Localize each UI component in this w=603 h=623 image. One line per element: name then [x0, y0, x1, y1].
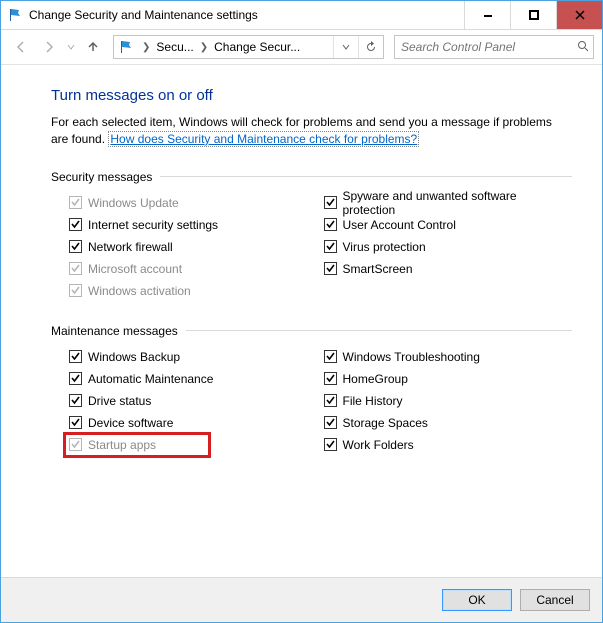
checkbox-item-automatic-maintenance: Automatic Maintenance: [69, 368, 318, 390]
security-section-header: Security messages: [51, 170, 572, 184]
checkbox-item-work-folders: Work Folders: [324, 434, 573, 456]
breadcrumb-2-label: Change Secur...: [214, 40, 300, 54]
checkbox: [69, 262, 82, 275]
window-buttons: [464, 1, 602, 29]
checkbox: [69, 196, 82, 209]
checkbox-item-virus-protection: Virus protection: [324, 236, 573, 258]
checkbox-label: Device software: [88, 416, 173, 430]
cancel-button[interactable]: Cancel: [520, 589, 590, 611]
checkbox-label: Automatic Maintenance: [88, 372, 213, 386]
checkbox-label: SmartScreen: [343, 262, 413, 276]
checkbox-label: Windows Backup: [88, 350, 180, 364]
nav-row: ❯ Secu... ❯ Change Secur...: [1, 30, 602, 65]
checkbox-label: Startup apps: [88, 438, 156, 452]
history-dropdown-icon[interactable]: [65, 35, 77, 59]
checkbox[interactable]: [69, 350, 82, 363]
up-button[interactable]: [81, 35, 105, 59]
checkbox-label: Network firewall: [88, 240, 173, 254]
checkbox[interactable]: [69, 416, 82, 429]
breadcrumb-2[interactable]: Change Secur...: [212, 36, 302, 58]
forward-button: [37, 35, 61, 59]
content-area: Turn messages on or off For each selecte…: [1, 65, 602, 577]
help-link[interactable]: How does Security and Maintenance check …: [108, 131, 419, 147]
checkbox[interactable]: [324, 218, 337, 231]
refresh-button[interactable]: [358, 36, 383, 58]
checkbox-label: Windows activation: [88, 284, 191, 298]
search-icon[interactable]: [577, 40, 589, 55]
maintenance-section: Maintenance messages Windows Backup Autom…: [51, 324, 572, 456]
app-flag-icon: [7, 7, 23, 23]
checkbox: [69, 284, 82, 297]
checkbox-label: Microsoft account: [88, 262, 182, 276]
divider: [186, 330, 572, 331]
divider: [160, 176, 572, 177]
checkbox-item-windows-update: Windows Update: [69, 192, 318, 214]
checkbox-label: User Account Control: [343, 218, 456, 232]
checkbox[interactable]: [69, 240, 82, 253]
page-title: Turn messages on or off: [51, 87, 572, 104]
checkbox-item-windows-backup: Windows Backup: [69, 346, 318, 368]
checkbox-item-spyware-and-unwanted-software-protection: Spyware and unwanted software protection: [324, 192, 573, 214]
checkbox[interactable]: [324, 416, 337, 429]
checkbox-label: Spyware and unwanted software protection: [343, 189, 573, 217]
window: Change Security and Maintenance settings: [0, 0, 603, 623]
checkbox-label: Virus protection: [343, 240, 426, 254]
checkbox-item-drive-status: Drive status: [69, 390, 318, 412]
checkbox: [69, 438, 82, 451]
checkbox-item-microsoft-account: Microsoft account: [69, 258, 318, 280]
address-flag-icon: [118, 39, 134, 55]
checkbox[interactable]: [69, 218, 82, 231]
chevron-right-icon: ❯: [196, 42, 212, 53]
checkbox[interactable]: [324, 196, 337, 209]
titlebar: Change Security and Maintenance settings: [1, 1, 602, 30]
checkbox-item-startup-apps: Startup apps: [69, 434, 318, 456]
chevron-right-icon: ❯: [138, 42, 154, 53]
checkbox[interactable]: [324, 262, 337, 275]
checkbox[interactable]: [324, 394, 337, 407]
checkbox-item-windows-activation: Windows activation: [69, 280, 318, 302]
checkbox-label: Internet security settings: [88, 218, 218, 232]
back-button[interactable]: [9, 35, 33, 59]
checkbox[interactable]: [324, 438, 337, 451]
checkbox-item-storage-spaces: Storage Spaces: [324, 412, 573, 434]
checkbox-label: Work Folders: [343, 438, 414, 452]
checkbox-label: Windows Troubleshooting: [343, 350, 480, 364]
checkbox-label: Drive status: [88, 394, 151, 408]
checkbox-item-smartscreen: SmartScreen: [324, 258, 573, 280]
breadcrumb-1[interactable]: Secu...: [154, 36, 195, 58]
checkbox[interactable]: [324, 350, 337, 363]
maintenance-section-title: Maintenance messages: [51, 324, 178, 338]
checkbox-item-internet-security-settings: Internet security settings: [69, 214, 318, 236]
window-title: Change Security and Maintenance settings: [29, 8, 464, 22]
page-description: For each selected item, Windows will che…: [51, 114, 572, 148]
address-bar[interactable]: ❯ Secu... ❯ Change Secur...: [113, 35, 384, 59]
checkbox-item-file-history: File History: [324, 390, 573, 412]
checkbox[interactable]: [324, 372, 337, 385]
address-dropdown-icon[interactable]: [333, 36, 358, 58]
maintenance-section-header: Maintenance messages: [51, 324, 572, 338]
checkbox-item-homegroup: HomeGroup: [324, 368, 573, 390]
close-button[interactable]: [556, 1, 602, 29]
checkbox-item-network-firewall: Network firewall: [69, 236, 318, 258]
checkbox-item-user-account-control: User Account Control: [324, 214, 573, 236]
security-section: Security messages Windows Update Internet…: [51, 170, 572, 302]
checkbox[interactable]: [69, 394, 82, 407]
checkbox-item-device-software: Device software: [69, 412, 318, 434]
checkbox-label: HomeGroup: [343, 372, 408, 386]
footer: OK Cancel: [1, 577, 602, 622]
search-input[interactable]: [399, 39, 577, 55]
checkbox-label: File History: [343, 394, 403, 408]
checkbox-label: Windows Update: [88, 196, 179, 210]
ok-button[interactable]: OK: [442, 589, 512, 611]
maximize-button[interactable]: [510, 1, 556, 29]
security-section-title: Security messages: [51, 170, 152, 184]
breadcrumb-1-label: Secu...: [156, 40, 193, 54]
checkbox[interactable]: [69, 372, 82, 385]
checkbox-item-windows-troubleshooting: Windows Troubleshooting: [324, 346, 573, 368]
minimize-button[interactable]: [464, 1, 510, 29]
checkbox[interactable]: [324, 240, 337, 253]
checkbox-label: Storage Spaces: [343, 416, 428, 430]
search-box[interactable]: [394, 35, 594, 59]
